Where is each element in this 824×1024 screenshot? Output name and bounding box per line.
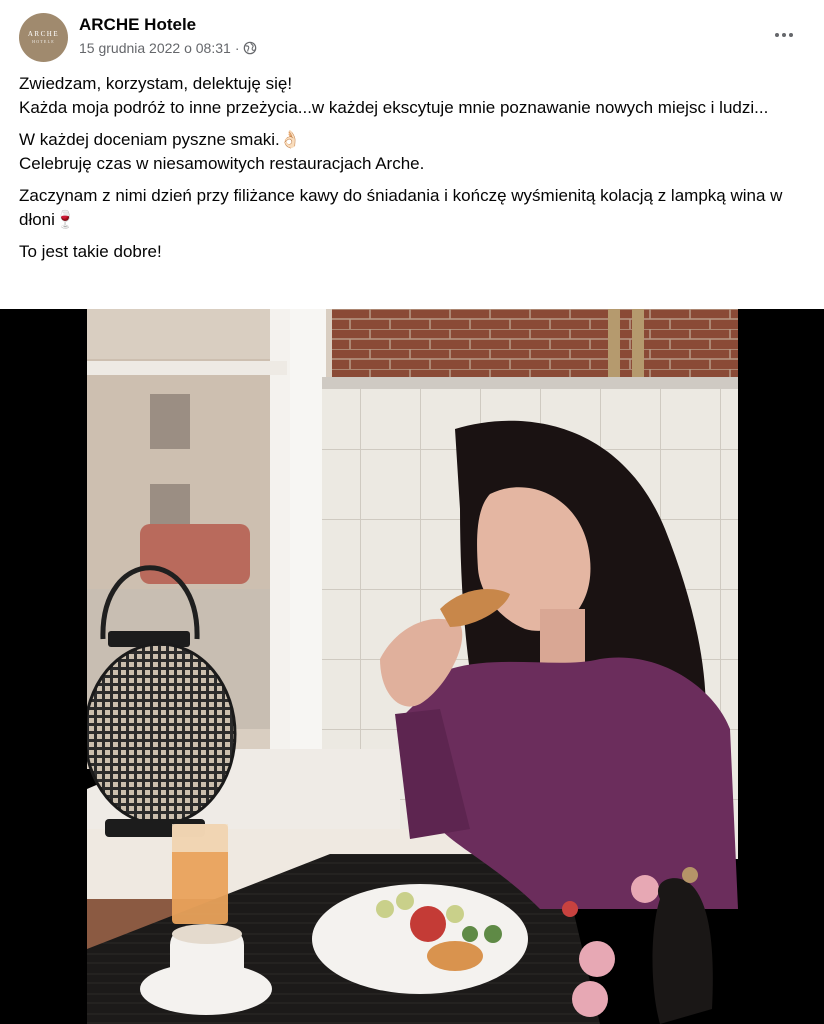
more-dots-icon [775, 33, 779, 37]
globe-icon [243, 41, 257, 55]
text-line: Celebruję czas w niesamowitych restaurac… [19, 153, 425, 173]
post-text: Zwiedzam, korzystam, delektuję się! Każd… [19, 72, 809, 273]
paragraph-4: To jest takie dobre! [19, 240, 809, 264]
paragraph-2: W każdej doceniam pyszne smaki.👌🏻 Celebr… [19, 128, 809, 175]
page-avatar[interactable]: ARCHE HOTELE [19, 13, 68, 62]
post-meta: 15 grudnia 2022 o 08:31 · [79, 40, 257, 56]
photo-illustration [0, 309, 824, 1024]
post-header: ARCHE HOTELE ARCHE Hotele 15 grudnia 202… [0, 0, 824, 70]
more-dot [789, 33, 793, 37]
text-line: W każdej doceniam pyszne smaki.👌🏻 [19, 130, 301, 149]
text-line: To jest takie dobre! [19, 242, 162, 261]
more-options-button[interactable] [767, 20, 801, 50]
text-line: Zaczynam z nimi dzień przy filiżance kaw… [19, 186, 783, 229]
post-photo[interactable] [0, 309, 824, 1024]
paragraph-1: Zwiedzam, korzystam, delektuję się! Każd… [19, 72, 809, 119]
paragraph-3: Zaczynam z nimi dzień przy filiżance kaw… [19, 184, 809, 231]
more-dot [782, 33, 786, 37]
post-date[interactable]: 15 grudnia 2022 o 08:31 [79, 40, 231, 56]
facebook-post: ARCHE HOTELE ARCHE Hotele 15 grudnia 202… [0, 0, 824, 1024]
avatar-logo-subtext: HOTELE [32, 39, 55, 44]
page-name[interactable]: ARCHE Hotele [79, 15, 196, 35]
avatar-logo-text: ARCHE [27, 30, 60, 38]
text-line: Zwiedzam, korzystam, delektuję się! [19, 74, 293, 93]
meta-separator: · [234, 40, 240, 56]
text-line: Każda moja podróż to inne przeżycia...w … [19, 97, 769, 117]
